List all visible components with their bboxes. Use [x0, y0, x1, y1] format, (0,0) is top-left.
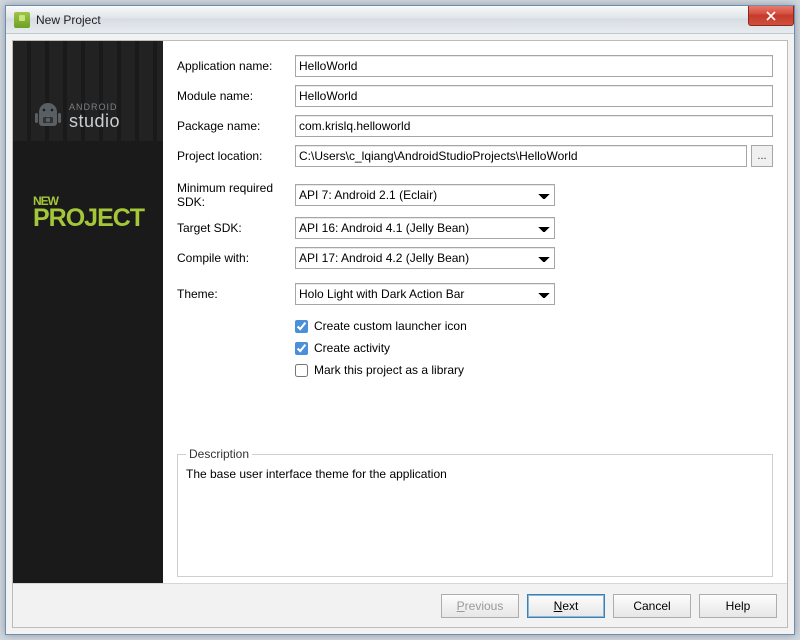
form-area: Application name: Module name: Package n…	[163, 41, 787, 583]
app-icon	[14, 12, 30, 28]
next-rest: ext	[562, 599, 578, 613]
app-name-input[interactable]	[295, 55, 773, 77]
close-button[interactable]	[748, 6, 794, 26]
help-button[interactable]: Help	[699, 594, 777, 618]
previous-button: Previous	[441, 594, 519, 618]
package-name-label: Package name:	[177, 119, 295, 133]
inner-panel: ANDROID studio NEW PROJECT Application n…	[12, 40, 788, 628]
module-name-input[interactable]	[295, 85, 773, 107]
theme-label: Theme:	[177, 287, 295, 301]
sidebar: ANDROID studio NEW PROJECT	[13, 41, 163, 583]
cancel-button[interactable]: Cancel	[613, 594, 691, 618]
launcher-icon-label: Create custom launcher icon	[314, 319, 467, 333]
theme-select[interactable]: Holo Light with Dark Action Bar	[295, 283, 555, 305]
studio-logo: ANDROID studio	[33, 99, 120, 133]
body: ANDROID studio NEW PROJECT Application n…	[13, 41, 787, 583]
launcher-icon-checkbox[interactable]	[295, 320, 308, 333]
client-area: ANDROID studio NEW PROJECT Application n…	[6, 34, 794, 634]
target-sdk-label: Target SDK:	[177, 221, 295, 235]
android-icon	[33, 99, 63, 133]
compile-select[interactable]: API 17: Android 4.2 (Jelly Bean)	[295, 247, 555, 269]
brand-big: studio	[69, 111, 120, 131]
headline-2: PROJECT	[33, 207, 144, 231]
create-activity-checkbox[interactable]	[295, 342, 308, 355]
package-name-input[interactable]	[295, 115, 773, 137]
description-group: Description The base user interface them…	[177, 447, 773, 577]
create-activity-label: Create activity	[314, 341, 390, 355]
prev-rest: revious	[465, 599, 504, 613]
app-name-label: Application name:	[177, 59, 295, 73]
library-label: Mark this project as a library	[314, 363, 464, 377]
next-button[interactable]: Next	[527, 594, 605, 618]
description-text: The base user interface theme for the ap…	[186, 467, 764, 481]
module-name-label: Module name:	[177, 89, 295, 103]
min-sdk-label: Minimum required SDK:	[177, 181, 295, 209]
sidebar-headline: NEW PROJECT	[33, 196, 144, 231]
dialog-window: New Project	[5, 5, 795, 635]
min-sdk-select[interactable]: API 7: Android 2.1 (Eclair)	[295, 184, 555, 206]
compile-label: Compile with:	[177, 251, 295, 265]
browse-button[interactable]: ...	[751, 145, 773, 167]
close-icon	[766, 11, 776, 21]
location-input[interactable]	[295, 145, 747, 167]
library-checkbox[interactable]	[295, 364, 308, 377]
location-label: Project location:	[177, 149, 295, 163]
description-legend: Description	[186, 447, 252, 461]
window-title: New Project	[36, 13, 101, 27]
target-sdk-select[interactable]: API 16: Android 4.1 (Jelly Bean)	[295, 217, 555, 239]
titlebar[interactable]: New Project	[6, 6, 794, 34]
footer: Previous Next Cancel Help	[13, 583, 787, 627]
